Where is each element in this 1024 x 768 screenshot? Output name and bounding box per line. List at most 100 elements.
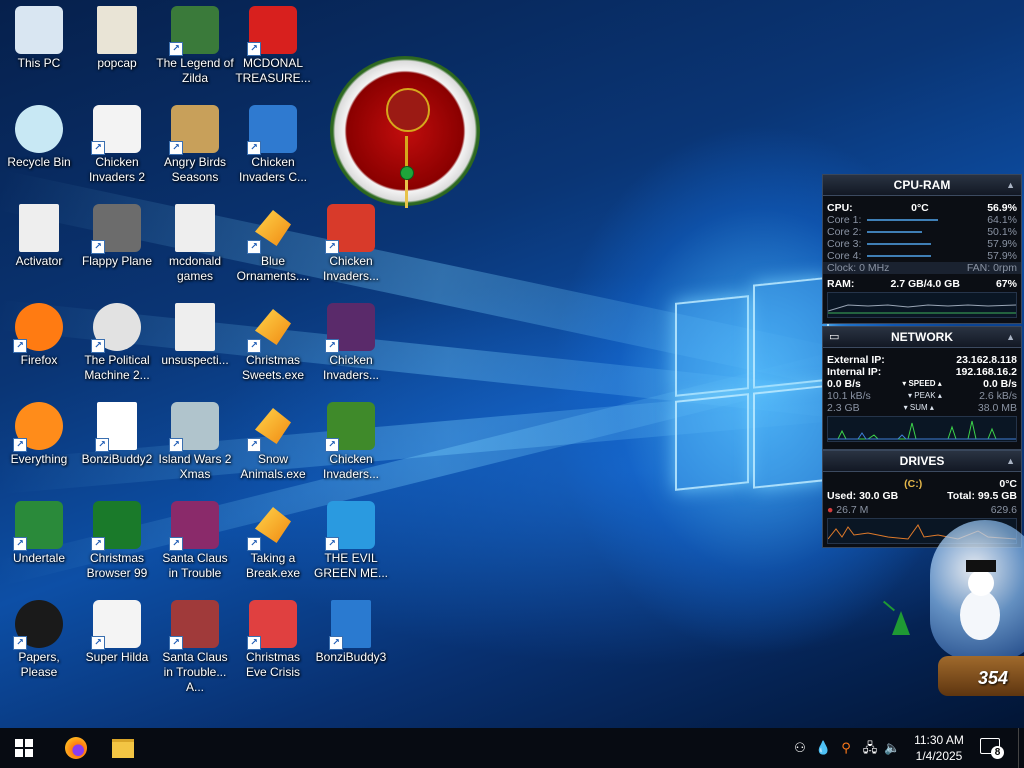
desktop-icon-chicken-invaders-c[interactable]: ↗ Chicken Invaders C... [234,101,312,197]
collapse-arrow-icon[interactable]: ▲ [1006,451,1015,471]
collapse-arrow-icon[interactable]: ▲ [1006,327,1015,347]
monitor-icon: ▭ [829,331,840,343]
desktop-icon-label: Recycle Bin [7,155,71,169]
search-tool-icon[interactable]: ⚲ [838,740,854,756]
desktop-icon-label: MCDONAL TREASURE... [235,56,311,85]
desktop-icon-label: Chicken Invaders 2 [88,155,146,184]
desktop-icon-papers-please[interactable]: ↗ Papers, Please [0,596,78,692]
desktop-icon-chicken-invaders-2[interactable]: ↗ Chicken Invaders 2 [78,101,156,197]
core-value: 57.9% [987,250,1017,262]
desktop-icon-label: Snow Animals.exe [240,452,306,481]
desktop-icon-activator[interactable]: Activator [0,200,78,296]
game-icon: ↗ [169,600,219,650]
desktop-icon-chicken-invaders[interactable]: ↗ Chicken Invaders... [312,299,390,395]
desktop-icon-santa-claus-in-trouble-a[interactable]: ↗ Santa Claus in Trouble... A... [156,596,234,694]
christmas-tree-cursor-icon [882,600,916,637]
desktop-icon-christmas-eve-crisis[interactable]: ↗ Christmas Eve Crisis [234,596,312,692]
desktop-icon-label: Everything [10,452,68,466]
shortcut-arrow-icon: ↗ [247,240,261,254]
desktop-icon-mcdonal-treasure[interactable]: ↗ MCDONAL TREASURE... [234,2,312,98]
desktop-icon-blue-ornaments[interactable]: ↗ Blue Ornaments.... [234,200,312,296]
chicken-icon: ↗ [91,105,141,155]
desktop-icon-the-political-machine-2[interactable]: ↗ The Political Machine 2... [78,299,156,395]
desktop-icon-christmas-browser-99[interactable]: ↗ Christmas Browser 99 [78,497,156,593]
desktop-icon-label: Christmas Eve Crisis [245,650,300,679]
snowglobe-counter: 354 [978,668,1009,688]
game-icon: ↗ [169,501,219,551]
shortcut-arrow-icon: ↗ [91,636,105,650]
show-desktop-button[interactable] [1018,728,1019,768]
desktop-icon-bonzibuddy3[interactable]: ↗ BonziBuddy3 [312,596,390,692]
desktop-icon-the-evil-green-me[interactable]: ↗ THE EVIL GREEN ME... [312,497,390,593]
political-icon: ↗ [91,303,141,353]
desktop-icon-the-legend-of-zilda[interactable]: ↗ The Legend of Zilda [156,2,234,98]
start-button[interactable] [2,728,46,768]
shortcut-arrow-icon: ↗ [329,636,343,650]
firefox-icon [65,737,87,759]
exe-icon: ↗ [247,402,297,452]
collapse-arrow-icon[interactable]: ▲ [1006,175,1015,195]
shortcut-arrow-icon: ↗ [325,339,339,353]
desktop-icon-label: popcap [97,56,137,70]
clock-center-pin [400,166,414,180]
tree-icon: ↗ [91,501,141,551]
people-icon[interactable]: ⚇ [792,740,808,756]
desktop-icon-mcdonald-games[interactable]: mcdonald games [156,200,234,296]
snowman-icon [960,590,1000,640]
desktop-icon-label: Santa Claus in Trouble [162,551,228,580]
taskbar-firefox-button[interactable] [54,728,98,768]
desktop-icon-taking-a-break-exe[interactable]: ↗ Taking a Break.exe [234,497,312,593]
core-label: Core 2: [827,226,862,238]
shortcut-arrow-icon: ↗ [13,636,27,650]
shortcut-arrow-icon: ↗ [91,339,105,353]
desktop-icon-undertale[interactable]: ↗ Undertale [0,497,78,593]
desktop-icon-label: Island Wars 2 Xmas [158,452,232,481]
desktop-icon-angry-birds-seasons[interactable]: ↗ Angry Birds Seasons [156,101,234,197]
desktop-icon-recycle-bin[interactable]: Recycle Bin [0,101,78,197]
desktop-icon-everything[interactable]: ↗ Everything [0,398,78,494]
desktop-icon-unsuspecti[interactable]: unsuspecti... [156,299,234,395]
snowglobe-gadget[interactable]: 354 [930,520,1024,720]
core-row: Core 2: 50.1% [823,226,1021,238]
droplet-icon[interactable]: 💧 [815,740,831,756]
drive-io-row: ● 26.7 M 629.6 [827,504,1017,516]
drive-usage-row: Used: 30.0 GB Total: 99.5 GB [827,490,1017,502]
desktop-icon-label: Super Hilda [85,650,149,664]
desktop-icon-santa-claus-in-trouble[interactable]: ↗ Santa Claus in Trouble [156,497,234,593]
desktop-icon-label: Santa Claus in Trouble... A... [162,650,228,694]
taskbar-file-explorer-button[interactable] [101,728,145,768]
folder-icon [175,204,215,252]
drives-title: DRIVES ▲ [823,451,1021,472]
shortcut-arrow-icon: ↗ [169,42,183,56]
exe-icon: ↗ [247,303,297,353]
desktop-icon-chicken-invaders[interactable]: ↗ Chicken Invaders... [312,398,390,494]
network-icon[interactable]: 🖧 [862,740,878,756]
wreath-clock-gadget[interactable] [312,48,502,218]
desktop-icon-christmas-sweets-exe[interactable]: ↗ Christmas Sweets.exe [234,299,312,395]
desktop-icon-island-wars-2-xmas[interactable]: ↗ Island Wars 2 Xmas [156,398,234,494]
shortcut-arrow-icon: ↗ [169,141,183,155]
desktop-icon-snow-animals-exe[interactable]: ↗ Snow Animals.exe [234,398,312,494]
shortcut-arrow-icon: ↗ [169,537,183,551]
desktop-icon-bonzibuddy2[interactable]: ↗ BonziBuddy2 [78,398,156,494]
desktop-icon-flappy-plane[interactable]: ↗ Flappy Plane [78,200,156,296]
shortcut-arrow-icon: ↗ [95,438,109,452]
notification-center-button[interactable]: 8 [980,738,1004,760]
desktop-icon-label: THE EVIL GREEN ME... [313,551,388,580]
desktop-icon-label: Angry Birds Seasons [163,155,227,184]
desktop-icon-this-pc[interactable]: This PC [0,2,78,98]
desktop-icon-label: Blue Ornaments.... [236,254,310,283]
ram-graph [827,292,1017,318]
windows-logo-light [675,276,829,493]
shortcut-arrow-icon: ↗ [247,339,261,353]
taskbar-clock[interactable]: 11:30 AM 1/4/2025 [904,732,974,764]
desktop-icon-super-hilda[interactable]: ↗ Super Hilda [78,596,156,692]
desktop-icon-popcap[interactable]: popcap [78,2,156,98]
snowman-head [968,570,994,596]
shortcut-arrow-icon: ↗ [247,438,261,452]
volume-muted-icon[interactable]: 🔈 [884,740,900,756]
chicken-icon: ↗ [325,303,375,353]
external-ip-row: External IP: 23.162.8.118 [827,354,1017,366]
shortcut-arrow-icon: ↗ [247,141,261,155]
desktop-icon-firefox[interactable]: ↗ Firefox [0,299,78,395]
